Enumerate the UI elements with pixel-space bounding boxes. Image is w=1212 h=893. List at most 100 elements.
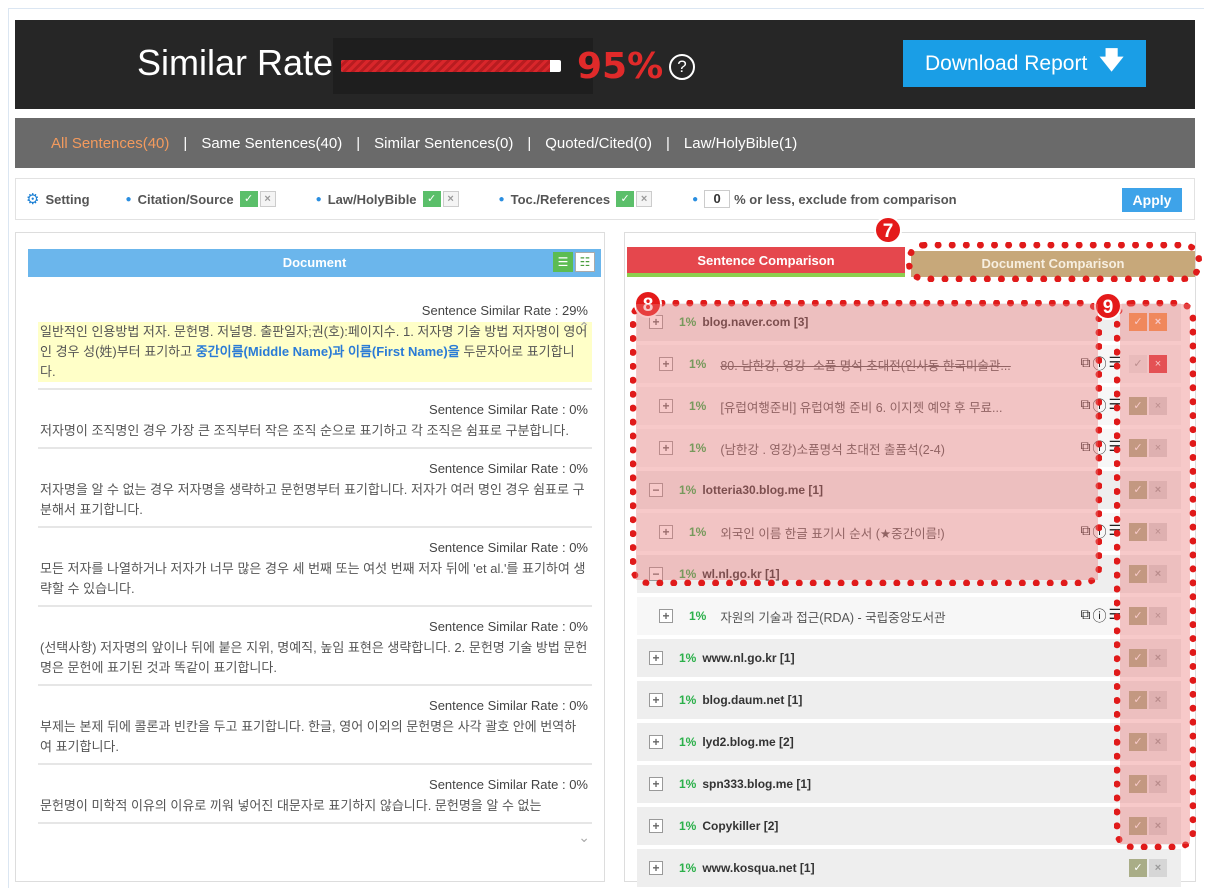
- source-group-row[interactable]: +1% www.kosqua.net [1] ✓ ×: [637, 849, 1181, 887]
- source-document-row[interactable]: +1% 자원의 기술과 접근(RDA) - 국립중앙도서관 ⧉ ⓘ ☰ ✓ ×: [637, 597, 1181, 635]
- expand-icon[interactable]: +: [659, 609, 673, 623]
- source-percent: 1%: [679, 735, 697, 749]
- source-percent: 1%: [679, 693, 697, 707]
- include-check-icon[interactable]: ✓: [1129, 859, 1147, 877]
- download-report-button[interactable]: Download Report 🡇: [903, 40, 1146, 87]
- source-name: spn333.blog.me [1]: [702, 777, 812, 791]
- sentence-item[interactable]: Sentence Similar Rate : 0% (선택사항) 저자명의 앞…: [38, 615, 592, 686]
- source-group-row[interactable]: +1% spn333.blog.me [1] ✓ ×: [637, 765, 1181, 803]
- expand-icon[interactable]: +: [649, 693, 663, 707]
- citation-include-checkbox[interactable]: ✓: [239, 191, 258, 207]
- apply-button[interactable]: Apply: [1122, 188, 1182, 212]
- tab-separator: |: [666, 134, 670, 152]
- scroll-up-icon[interactable]: ⌃: [578, 319, 590, 336]
- sentence-text: 일반적인 인용방법 저자. 문헌명. 저널명. 출판일자;권(호):페이지수. …: [38, 322, 592, 382]
- sentence-list[interactable]: Sentence Similar Rate : 29% 일반적인 인용방법 저자…: [38, 299, 592, 877]
- sentence-item[interactable]: Sentence Similar Rate : 0% 문헌명이 미학적 이유의 …: [38, 773, 592, 824]
- law-holybible-option: ● Law/HolyBible ✓ ×: [316, 191, 459, 207]
- info-icon[interactable]: ⓘ: [1092, 606, 1106, 626]
- annotation-box-source-list: [630, 300, 1102, 586]
- toc-exclude-checkbox[interactable]: ×: [636, 191, 653, 207]
- scroll-down-icon[interactable]: ⌄: [578, 829, 590, 846]
- bullet-icon: ●: [498, 193, 505, 205]
- source-name[interactable]: 자원의 기술과 접근(RDA) - 국립중앙도서관: [720, 607, 945, 626]
- similar-rate-value: 95%: [577, 46, 664, 87]
- threshold-input[interactable]: 0: [704, 190, 731, 208]
- download-report-label: Download Report: [925, 51, 1088, 75]
- source-name: www.kosqua.net [1]: [702, 861, 815, 875]
- setting-label: Setting: [45, 191, 90, 207]
- annotation-badge-9: 9: [1094, 292, 1122, 320]
- split-view-icon[interactable]: ☰: [553, 252, 573, 272]
- annotation-box-include-exclude: [1114, 300, 1196, 850]
- sentence-similar-rate: Sentence Similar Rate : 0%: [429, 461, 588, 476]
- expand-icon[interactable]: +: [649, 735, 663, 749]
- exclude-cross-icon[interactable]: ×: [1149, 859, 1167, 877]
- source-group-row[interactable]: +1% www.nl.go.kr [1] ✓ ×: [637, 639, 1181, 677]
- source-name: lyd2.blog.me [2]: [702, 735, 794, 749]
- toc-include-checkbox[interactable]: ✓: [616, 191, 635, 207]
- source-name: www.nl.go.kr [1]: [702, 651, 795, 665]
- law-exclude-checkbox[interactable]: ×: [442, 191, 459, 207]
- setting-group: ⚙ Setting: [26, 190, 90, 208]
- source-group-row[interactable]: +1% lyd2.blog.me [2] ✓ ×: [637, 723, 1181, 761]
- sentence-similar-rate: Sentence Similar Rate : 0%: [429, 402, 588, 417]
- tab-quoted-cited[interactable]: Quoted/Cited(0): [545, 135, 652, 152]
- similar-rate-title: Similar Rate: [137, 42, 334, 83]
- tab-sentence-comparison[interactable]: Sentence Comparison: [627, 247, 905, 277]
- tab-all-sentences[interactable]: All Sentences(40): [51, 135, 169, 152]
- sentence-similar-rate: Sentence Similar Rate : 0%: [429, 619, 588, 634]
- sentence-item[interactable]: Sentence Similar Rate : 0% 부제는 본제 뒤에 콜론과…: [38, 694, 592, 765]
- source-percent: 1%: [679, 651, 697, 665]
- sentence-similar-rate: Sentence Similar Rate : 0%: [429, 540, 588, 555]
- include-exclude-controls: ✓ ×: [1129, 859, 1167, 877]
- source-group-row[interactable]: +1% Copykiller [2] ✓ ×: [637, 807, 1181, 845]
- sentence-text: 부제는 본제 뒤에 콜론과 빈칸을 두고 표기합니다. 한글, 영어 이외의 문…: [40, 719, 577, 754]
- tab-similar-sentences[interactable]: Similar Sentences(0): [374, 135, 513, 152]
- annotation-badge-7: 7: [874, 216, 902, 244]
- bullet-icon: ●: [692, 193, 699, 205]
- expand-icon[interactable]: +: [649, 861, 663, 875]
- sentence-similar-rate: Sentence Similar Rate : 0%: [429, 777, 588, 792]
- tab-law-holybible[interactable]: Law/HolyBible(1): [684, 135, 797, 152]
- gear-icon: ⚙: [26, 191, 40, 208]
- document-panel-title: Document: [282, 255, 347, 270]
- tab-separator: |: [527, 134, 532, 152]
- sentence-text: 저자명을 알 수 없는 경우 저자명을 생략하고 문헌명부터 표기합니다. 저자…: [40, 482, 585, 517]
- full-view-icon[interactable]: ☷: [575, 252, 595, 272]
- tab-separator: |: [183, 134, 188, 152]
- sentence-text: 저자명이 조직명인 경우 가장 큰 조직부터 작은 조직 순으로 표기하고 각 …: [40, 423, 569, 438]
- source-group-row[interactable]: +1% blog.daum.net [1] ✓ ×: [637, 681, 1181, 719]
- document-panel: Document ☰ ☷ Sentence Similar Rate : 29%…: [15, 232, 605, 882]
- annotation-box-document-comparison: [906, 242, 1202, 282]
- expand-icon[interactable]: +: [649, 651, 663, 665]
- threshold-label: % or less, exclude from comparison: [734, 191, 957, 207]
- tab-separator: |: [356, 134, 361, 152]
- source-name: blog.daum.net [1]: [702, 693, 803, 707]
- sentence-text: 문헌명이 미학적 이유의 이유로 끼워 넣어진 대문자로 표기하지 않습니다. …: [40, 798, 542, 813]
- similar-rate-bar: [341, 60, 561, 72]
- citation-source-option: ● Citation/Source ✓ ×: [126, 191, 276, 207]
- source-percent: 1%: [689, 609, 707, 623]
- citation-source-label: Citation/Source: [137, 191, 234, 207]
- sentence-item[interactable]: Sentence Similar Rate : 0% 모든 저자를 나열하거나 …: [38, 536, 592, 607]
- source-percent: 1%: [679, 861, 697, 875]
- source-percent: 1%: [679, 777, 697, 791]
- expand-icon[interactable]: +: [649, 819, 663, 833]
- external-link-icon[interactable]: ⧉: [1080, 606, 1090, 626]
- source-name: Copykiller [2]: [702, 819, 779, 833]
- expand-icon[interactable]: +: [649, 777, 663, 791]
- toc-references-label: Toc./References: [510, 191, 611, 207]
- citation-exclude-checkbox[interactable]: ×: [259, 191, 276, 207]
- report-header: Similar Rate 95% ? Download Report 🡇: [15, 20, 1195, 109]
- sentence-item[interactable]: Sentence Similar Rate : 0% 저자명이 조직명인 경우 …: [38, 398, 592, 449]
- sentence-item[interactable]: Sentence Similar Rate : 0% 저자명을 알 수 없는 경…: [38, 457, 592, 528]
- sentence-item[interactable]: Sentence Similar Rate : 29% 일반적인 인용방법 저자…: [38, 299, 592, 390]
- toc-references-option: ● Toc./References ✓ ×: [499, 191, 653, 207]
- sentence-text: 모든 저자를 나열하거나 저자가 너무 많은 경우 세 번째 또는 여섯 번째 …: [40, 561, 586, 596]
- law-include-checkbox[interactable]: ✓: [422, 191, 441, 207]
- matched-phrase: 중간이름(Middle Name)과 이름(First Name)을: [195, 344, 460, 359]
- similar-rate-bar-fill: [341, 60, 550, 72]
- tab-same-sentences[interactable]: Same Sentences(40): [201, 135, 342, 152]
- help-icon[interactable]: ?: [669, 54, 695, 80]
